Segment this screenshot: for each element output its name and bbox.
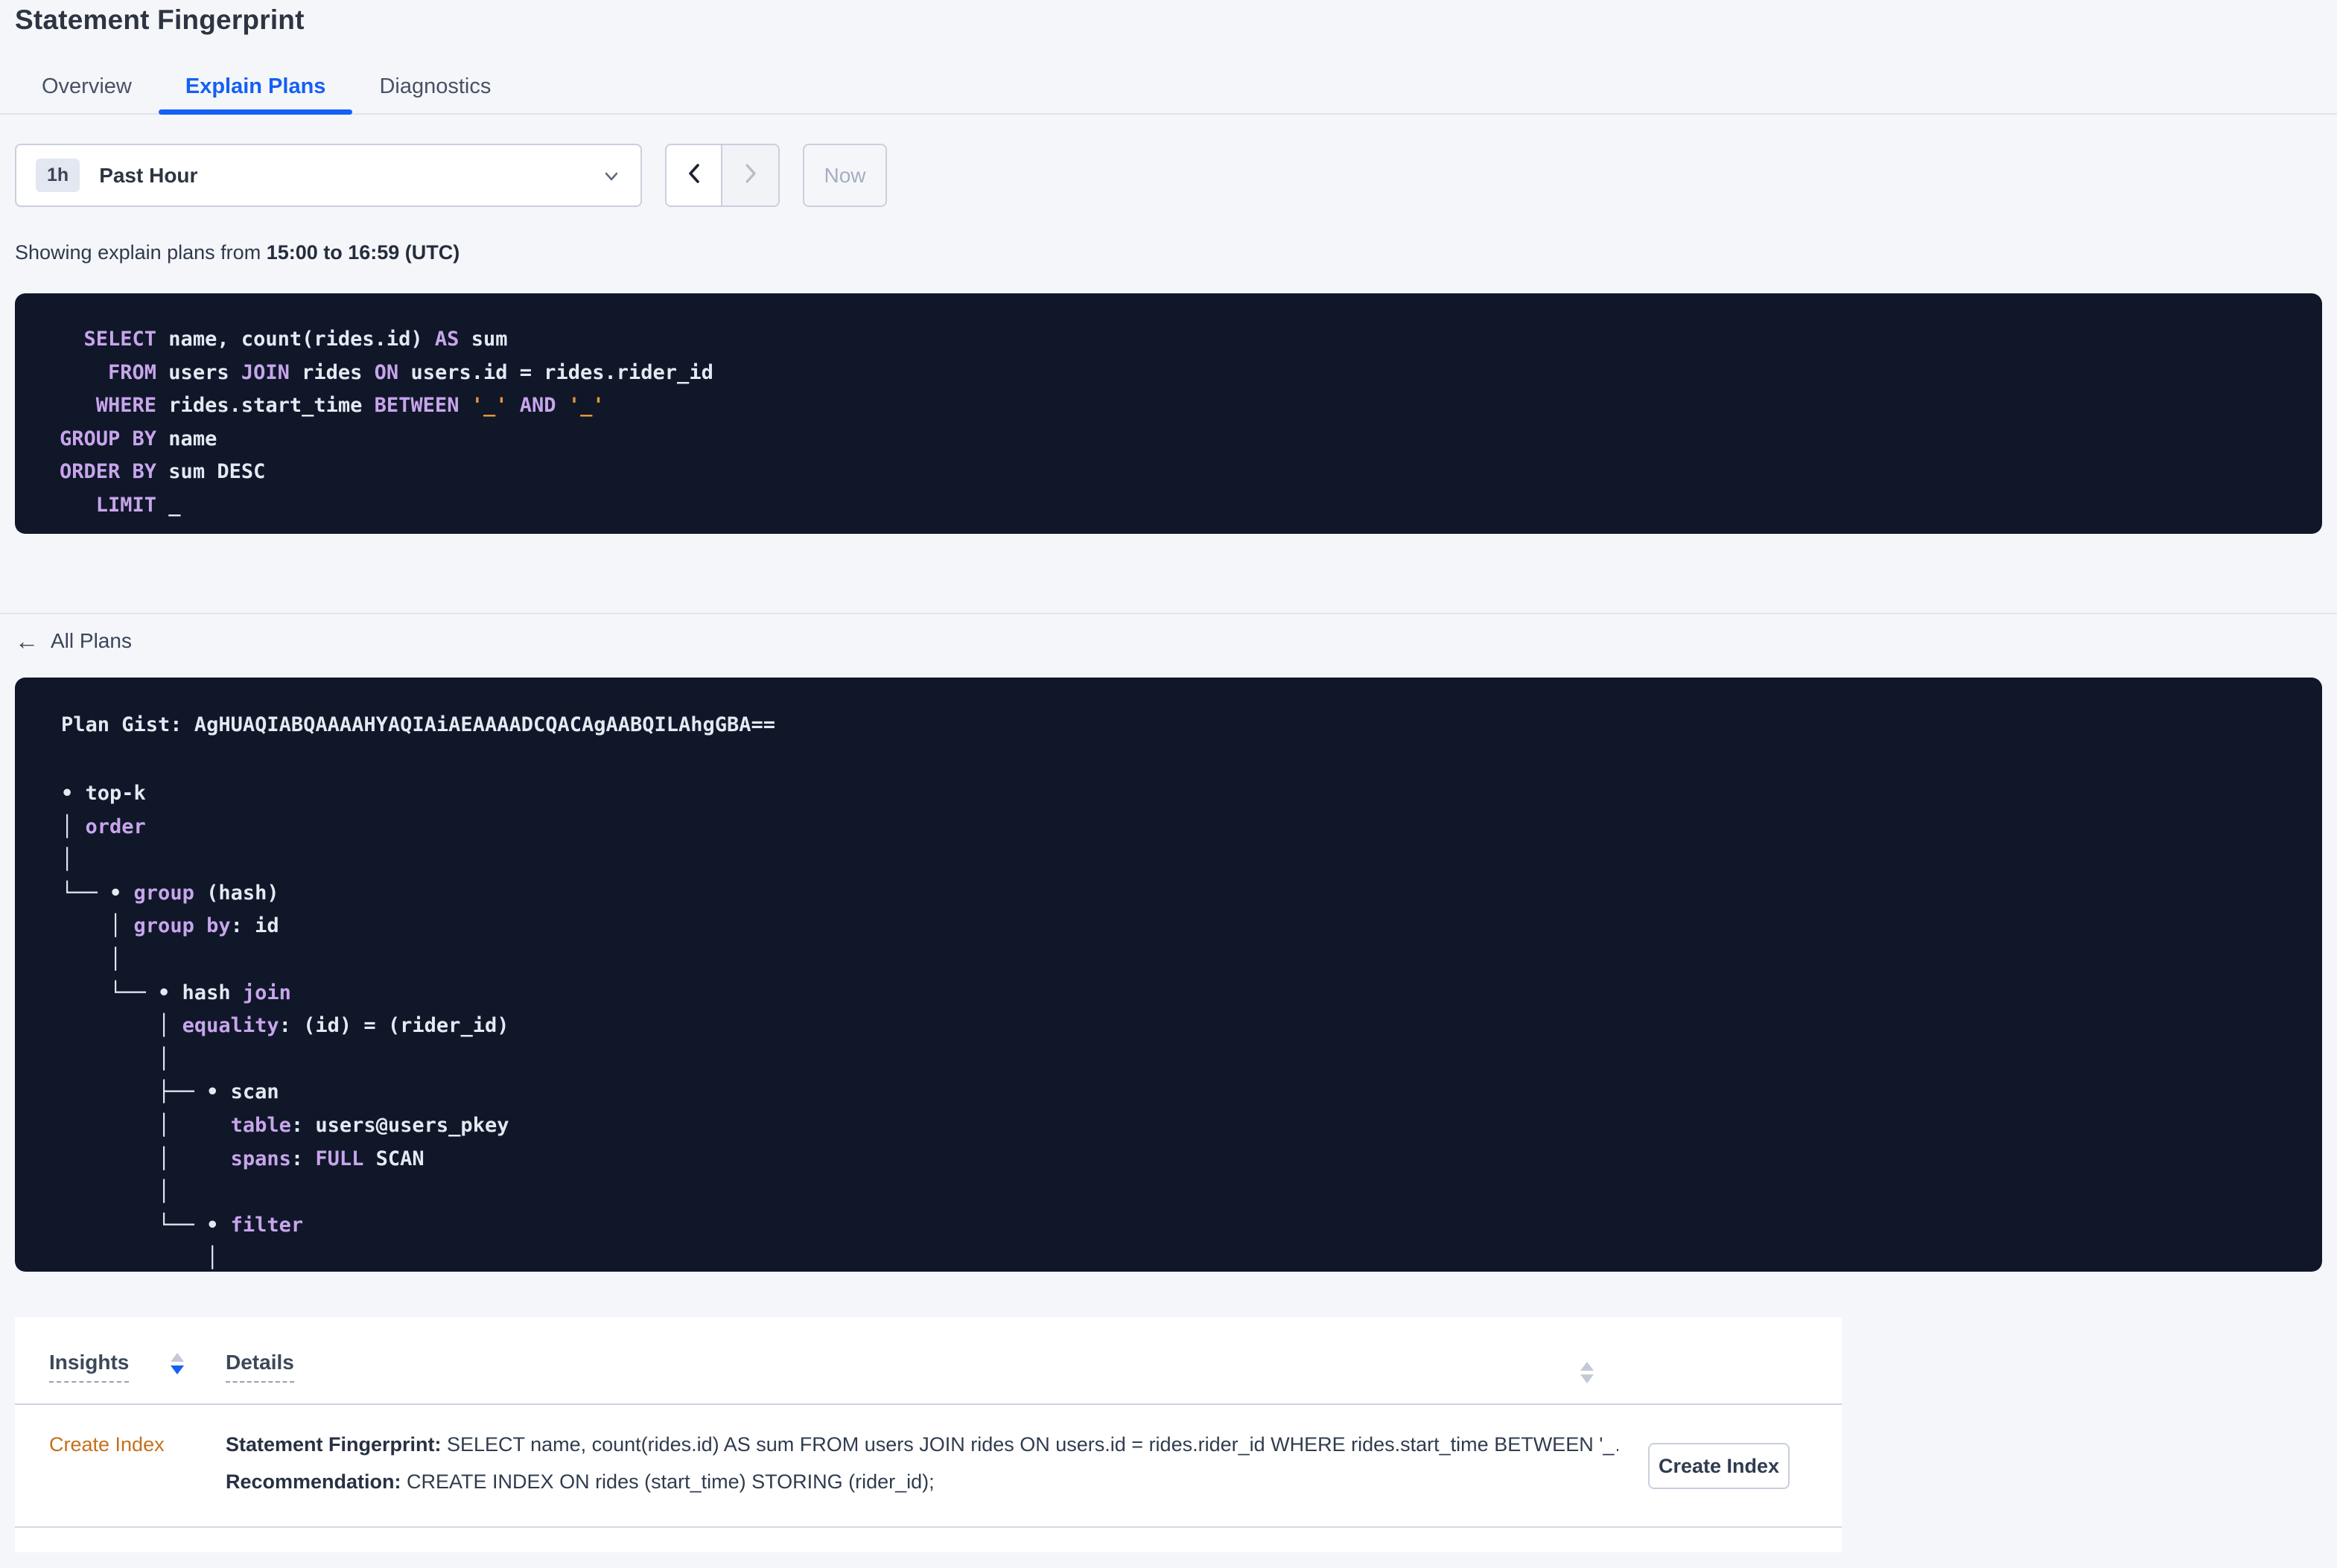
sort-icon-details[interactable] bbox=[1580, 1362, 1594, 1383]
plan-tree: • top-k │ order │ └── • group (hash) │ grou… bbox=[61, 782, 509, 1270]
tab-overview[interactable]: Overview bbox=[15, 73, 159, 115]
create-index-button[interactable]: Create Index bbox=[1648, 1443, 1790, 1489]
plan-gist-text: Plan Gist: AgHUAQIABQAAAAHYAQIAiAEAAAADC… bbox=[61, 713, 776, 736]
tab-bar: Overview Explain Plans Diagnostics bbox=[0, 73, 2337, 115]
arrow-left-icon: ← bbox=[15, 628, 39, 654]
tab-explain-plans[interactable]: Explain Plans bbox=[158, 73, 353, 115]
next-time-button[interactable] bbox=[722, 145, 778, 205]
sort-asc-icon bbox=[171, 1353, 185, 1362]
sql-code: SELECT name, count(rides.id) AS sum FROM… bbox=[60, 328, 713, 517]
insights-column-header[interactable]: Insights bbox=[49, 1351, 226, 1383]
tab-diagnostics[interactable]: Diagnostics bbox=[352, 73, 518, 115]
time-toolbar: 1h Past Hour Now bbox=[15, 144, 2322, 207]
statement-fingerprint-detail: Statement Fingerprint: SELECT name, coun… bbox=[226, 1433, 1618, 1456]
time-range-value: 15:00 to 16:59 (UTC) bbox=[266, 241, 460, 264]
time-range-label: Past Hour bbox=[99, 163, 198, 187]
prev-time-button[interactable] bbox=[667, 145, 722, 205]
table-row: Create Index Statement Fingerprint: SELE… bbox=[15, 1405, 1842, 1528]
now-button[interactable]: Now bbox=[803, 144, 887, 207]
sort-desc-icon bbox=[171, 1365, 185, 1374]
all-plans-label: All Plans bbox=[51, 629, 132, 652]
time-pager bbox=[665, 144, 780, 207]
insights-table: Insights Details Create Index Statement bbox=[15, 1317, 1842, 1552]
recommendation-detail: Recommendation: CREATE INDEX ON rides (s… bbox=[226, 1470, 935, 1493]
chevron-down-icon bbox=[602, 166, 621, 185]
insights-header-label: Insights bbox=[49, 1351, 130, 1383]
chevron-left-icon bbox=[684, 161, 705, 190]
time-range-badge: 1h bbox=[36, 159, 80, 192]
sort-desc-icon bbox=[1580, 1374, 1594, 1383]
details-header-label: Details bbox=[226, 1351, 294, 1383]
showing-range-text: Showing explain plans from 15:00 to 16:5… bbox=[15, 241, 460, 264]
time-range-dropdown[interactable]: 1h Past Hour bbox=[15, 144, 642, 207]
sql-statement-panel: SELECT name, count(rides.id) AS sum FROM… bbox=[15, 293, 2322, 534]
chevron-right-icon bbox=[740, 161, 761, 190]
all-plans-link[interactable]: ← All Plans bbox=[15, 628, 132, 654]
sort-icon-insights[interactable] bbox=[171, 1353, 185, 1383]
plan-gist-panel: Plan Gist: AgHUAQIABQAAAAHYAQIAiAEAAAADC… bbox=[15, 678, 2322, 1272]
create-index-link[interactable]: Create Index bbox=[49, 1433, 165, 1456]
sort-asc-icon bbox=[1580, 1362, 1594, 1371]
page-title: Statement Fingerprint bbox=[15, 4, 305, 35]
insights-table-header: Insights Details bbox=[15, 1317, 1842, 1405]
details-column-header[interactable]: Details bbox=[226, 1351, 1842, 1383]
